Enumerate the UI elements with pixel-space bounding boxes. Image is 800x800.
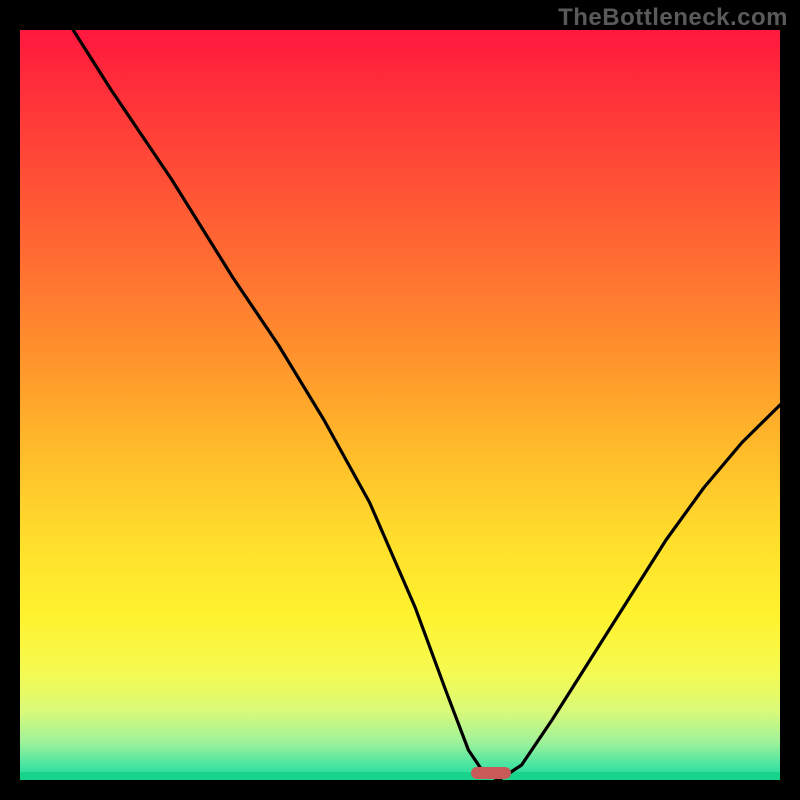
plot-area	[20, 30, 780, 780]
curve-svg	[20, 30, 780, 780]
bottleneck-curve-line	[73, 30, 780, 780]
watermark-text: TheBottleneck.com	[558, 4, 788, 32]
optimal-point-marker	[471, 767, 511, 779]
chart-frame: TheBottleneck.com	[0, 0, 800, 800]
